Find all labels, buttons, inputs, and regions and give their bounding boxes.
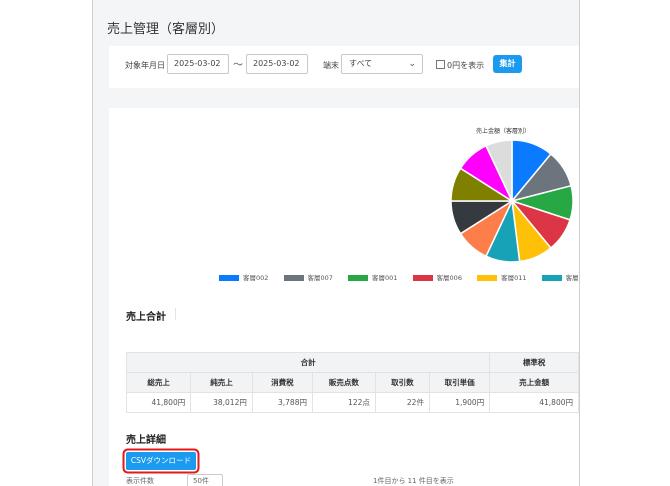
legend-item[interactable]: 客層011 — [477, 272, 526, 282]
totals-group-header: 合計 — [125, 352, 491, 373]
date-to-input[interactable]: 2025-03-02 — [246, 54, 308, 74]
terminal-label: 端末 — [323, 61, 339, 70]
table-cell: 1,900円 — [428, 392, 491, 413]
column-header: 消費税 — [251, 372, 313, 393]
standard-tax-group-header: 標準税 — [489, 352, 579, 373]
legend-swatch — [283, 274, 304, 281]
legend-label: 客層003 — [565, 273, 579, 282]
app-frame: 売上管理（客層別） 対象年月日 2025-03-02 ～ 2025-03-02 … — [92, 0, 580, 486]
content-card: 売上金額（客層別） 客層002 客層007 客層001 客層006 客層011 … — [109, 108, 579, 486]
legend-swatch — [477, 274, 498, 281]
table-row: 41,800円 38,012円 3,788円 122点 22件 1,900円 4… — [125, 392, 579, 413]
legend-swatch — [219, 274, 239, 281]
legend-label: 客層011 — [501, 273, 527, 282]
legend-swatch — [541, 274, 562, 281]
display-count-label: 表示件数 — [126, 477, 154, 485]
chevron-down-icon: ⌄ — [408, 59, 416, 69]
details-section-title: 売上詳細 — [126, 435, 166, 446]
legend-item[interactable]: 客層006 — [412, 272, 462, 282]
legend-label: 客層002 — [243, 273, 269, 282]
page-title: 売上管理（客層別） — [107, 22, 225, 37]
pie-chart — [450, 139, 574, 263]
period-label: 対象年月日 — [125, 61, 165, 70]
csv-download-button[interactable]: CSVダウンロード — [126, 452, 196, 470]
table-cell: 3,788円 — [251, 392, 313, 413]
legend-label: 客層001 — [372, 273, 398, 282]
legend-item[interactable]: 客層001 — [348, 272, 397, 282]
totals-section-title: 売上合計 — [126, 312, 166, 323]
table-cell: 41,800円 — [125, 392, 192, 413]
terminal-select-value: すべて — [349, 59, 373, 68]
table-cell: 38,012円 — [190, 392, 253, 413]
date-from-input[interactable]: 2025-03-02 — [167, 54, 229, 74]
chart-legend: 客層002 客層007 客層001 客層006 客層011 客層003 客層 — [219, 266, 579, 282]
legend-item[interactable]: 客層003 — [541, 272, 579, 282]
divider — [175, 308, 176, 320]
legend-item[interactable]: 客層002 — [219, 272, 268, 282]
table-cell: 122点 — [311, 392, 376, 413]
legend-item[interactable]: 客層007 — [283, 272, 333, 282]
zero-yen-label: 0円を表示 — [447, 61, 485, 70]
column-header: 取引単価 — [428, 372, 491, 393]
chart-title: 売上金額（客層別） — [475, 128, 530, 135]
aggregate-button[interactable]: 集計 — [493, 55, 522, 73]
legend-swatch — [348, 274, 369, 281]
range-info-text: 1件目から 11 件目を表示 — [373, 477, 454, 485]
column-header: 純売上 — [190, 372, 253, 393]
zero-yen-checkbox[interactable] — [436, 60, 445, 69]
table-cell: 41,800円 — [489, 392, 579, 413]
totals-table: 合計 標準税 総売上 純売上 消費税 販売点数 取引数 取引単価 売上金額 41… — [125, 352, 579, 413]
table-cell: 22件 — [374, 392, 430, 413]
filter-panel: 対象年月日 2025-03-02 ～ 2025-03-02 端末 すべて ⌄ 0… — [109, 46, 579, 88]
column-header: 売上金額 — [489, 372, 579, 393]
range-separator: ～ — [233, 60, 243, 71]
column-header: 取引数 — [374, 372, 430, 393]
column-header: 総売上 — [125, 372, 192, 393]
display-count-select[interactable]: 50件 — [187, 474, 223, 486]
legend-swatch — [412, 274, 433, 281]
legend-label: 客層006 — [436, 273, 462, 282]
terminal-select[interactable]: すべて ⌄ — [341, 54, 423, 74]
legend-label: 客層007 — [307, 273, 333, 282]
column-header: 販売点数 — [311, 372, 376, 393]
